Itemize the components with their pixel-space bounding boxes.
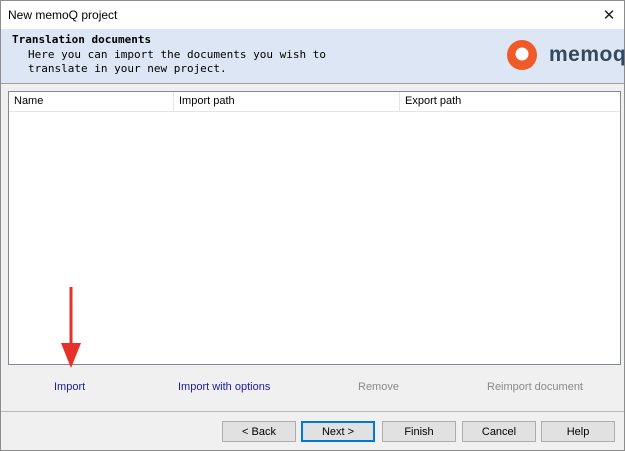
close-icon[interactable]: ✕ — [594, 1, 624, 29]
column-header-name[interactable]: Name — [9, 92, 174, 111]
list-header: Name Import path Export path — [9, 92, 620, 112]
footer-divider — [1, 411, 624, 412]
cancel-button[interactable]: Cancel — [462, 421, 536, 442]
wizard-header: Translation documents Here you can impor… — [1, 29, 625, 84]
page-description: Here you can import the documents you wi… — [28, 48, 327, 75]
logo-wordmark: memoq — [549, 43, 625, 66]
window-title: New memoQ project — [8, 8, 118, 22]
column-header-export-path[interactable]: Export path — [400, 92, 620, 111]
column-header-import-path[interactable]: Import path — [174, 92, 400, 111]
new-project-dialog: New memoQ project ✕ Translation document… — [0, 0, 625, 451]
memoq-logo: memoq — [505, 37, 625, 73]
import-with-options-link[interactable]: Import with options — [178, 381, 270, 393]
page-title: Translation documents — [12, 33, 152, 46]
import-link[interactable]: Import — [54, 381, 85, 393]
red-arrow-annotation — [61, 287, 81, 368]
reimport-document-link[interactable]: Reimport document — [487, 381, 583, 393]
document-actions: Import Import with options Remove Reimpo… — [1, 381, 624, 399]
help-button[interactable]: Help — [541, 421, 615, 442]
remove-link[interactable]: Remove — [358, 381, 399, 393]
title-bar: New memoQ project ✕ — [1, 1, 624, 29]
finish-button[interactable]: Finish — [382, 421, 456, 442]
back-button[interactable]: < Back — [222, 421, 296, 442]
next-button[interactable]: Next > — [301, 421, 375, 442]
memoq-logo-icon — [507, 40, 537, 70]
documents-list[interactable]: Name Import path Export path — [8, 91, 621, 365]
